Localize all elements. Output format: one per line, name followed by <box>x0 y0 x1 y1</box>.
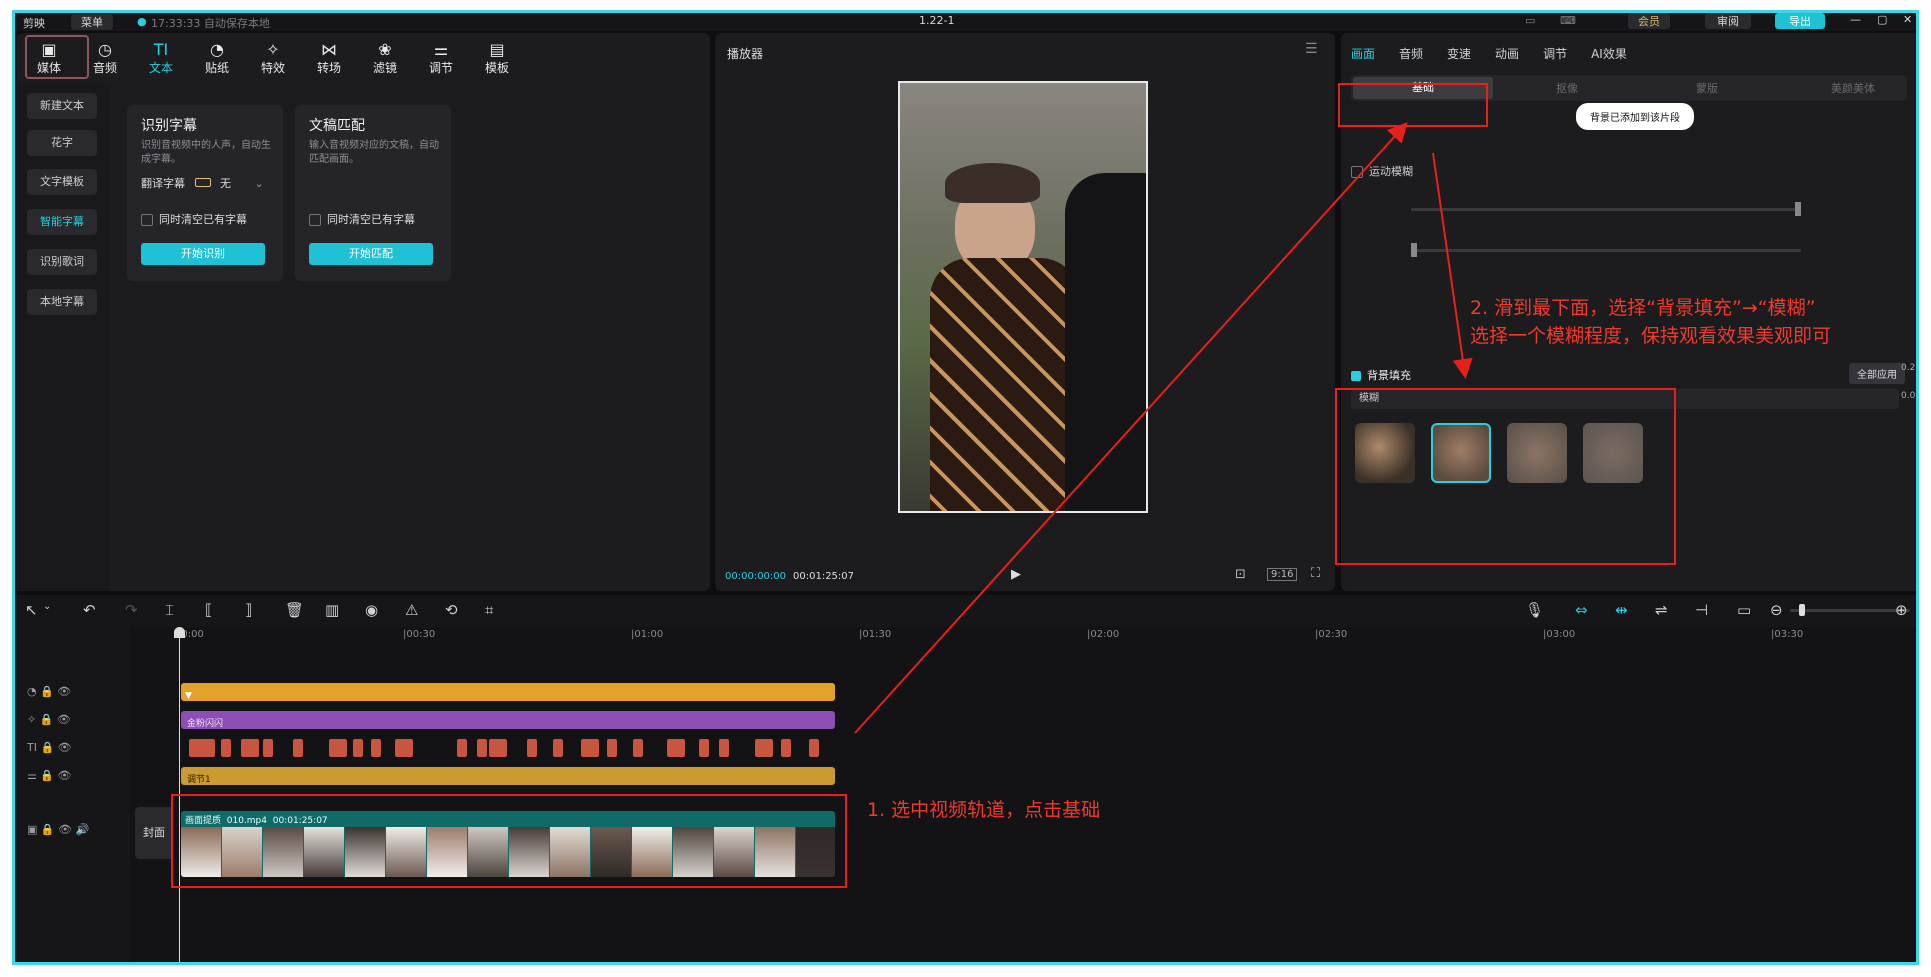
arrow-to-basic <box>854 122 1408 734</box>
arrow-to-bg-fill <box>1432 152 1473 379</box>
app-window: 剪映 菜单 ● 17:33:33 自动保存本地 1.22-1 ▭ ⌨ 会员 审阅… <box>12 10 1919 965</box>
annotation-arrows <box>854 122 1473 734</box>
